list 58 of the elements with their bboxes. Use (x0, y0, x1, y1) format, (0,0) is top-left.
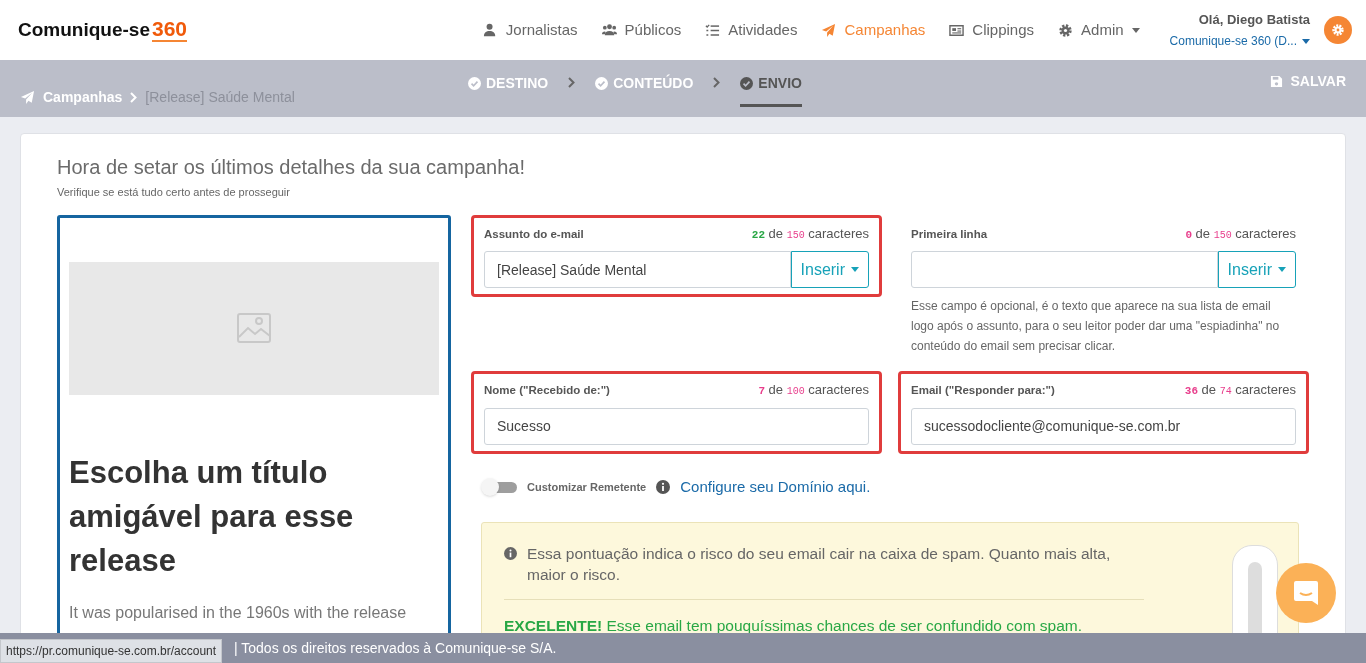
paper-plane-icon (821, 22, 837, 38)
person-icon (482, 22, 498, 38)
caret-icon (1278, 267, 1286, 272)
character-count: 22 de 150 caracteres (751, 224, 869, 243)
toggle-switch[interactable] (481, 477, 517, 496)
step-tab[interactable]: ENVIO (740, 60, 802, 107)
brand-name: Comunique-se (18, 17, 150, 42)
chat-icon (1292, 579, 1320, 607)
caret-icon (1302, 38, 1310, 44)
toggle-label: Customizar Remetente (527, 479, 647, 495)
text-field[interactable]: [Release] Saúde Mental (484, 251, 791, 288)
image-icon (237, 313, 271, 343)
info-icon (504, 547, 517, 560)
check-circle-icon (740, 77, 754, 90)
settings-icon (1331, 23, 1345, 37)
checklist-icon (705, 22, 721, 38)
chevron-icon (130, 92, 138, 103)
brand-suffix: 360 (151, 18, 187, 42)
field-label: Primeira linha (911, 226, 988, 242)
preview-text: It was popularised in the 1960s with the release (69, 602, 408, 623)
field-label: Email ("Responder para:") (911, 383, 1055, 398)
nav-link[interactable]: Admin (1058, 18, 1140, 42)
nav-link[interactable]: Clippings (949, 18, 1035, 42)
newspaper-icon (949, 22, 965, 38)
insert-dropdown-button[interactable]: Inserir (790, 251, 869, 288)
page-title: Hora de setar os últimos detalhes da sua campanha! (57, 155, 527, 180)
help-text: Esse campo é opcional, é o texto que aparece na sua lista de email logo após o assunto, para o seu leitor poder dar uma "espiadinha" no conteúdo do email sem precisar clicar. (911, 298, 1281, 355)
group-icon (601, 22, 617, 38)
caret-icon (851, 267, 859, 272)
chevron-icon (713, 77, 721, 88)
character-count: 0 de 150 caracteres (1185, 224, 1296, 243)
text-field[interactable]: sucessodocliente@comunique-se.com.br (911, 407, 1296, 445)
status-url: https://pr.comunique-se.com.br/account (0, 639, 223, 663)
character-count: 7 de 100 caracteres (758, 381, 869, 399)
info-icon (656, 479, 671, 494)
field-label: Nome ("Recebido de:") (484, 383, 610, 398)
field-label: Assunto do e-mail (484, 226, 584, 242)
settings-button[interactable] (1324, 16, 1352, 44)
user-greeting: Olá, Diego Batista (1198, 10, 1310, 29)
save-icon (1269, 75, 1283, 88)
check-circle-icon (468, 77, 481, 90)
text-field[interactable]: Sucesso (484, 407, 869, 445)
text-field[interactable] (911, 251, 1218, 288)
domain-link[interactable]: Configure seu Domínio aqui. (680, 475, 871, 498)
chevron-icon (568, 77, 576, 88)
gear-icon (1058, 22, 1074, 38)
paper-plane-icon (20, 90, 35, 105)
nav-link[interactable]: Jornalistas (482, 18, 578, 42)
spam-info-text: Essa pontuação indica o risco do seu email cair na caixa de spam. Quanto mais alta, maior o risco. (527, 544, 1112, 585)
footer-text: | Todos os direitos reservados à Comunique-se S/A. (234, 638, 557, 658)
nav-link[interactable]: Públicos (601, 18, 682, 42)
character-count: 36 de 74 caracteres (1184, 381, 1296, 399)
nav-link[interactable]: Atividades (705, 18, 798, 42)
page-subtitle: Verifique se está tudo certo antes de prosseguir (57, 185, 291, 200)
insert-dropdown-button[interactable]: Inserir (1217, 251, 1296, 288)
account-dropdown[interactable]: Comunique-se 360 (D... (1169, 32, 1310, 51)
preview-heading: Escolha um título amigável para esse release (69, 453, 355, 580)
check-circle-icon (595, 77, 609, 90)
